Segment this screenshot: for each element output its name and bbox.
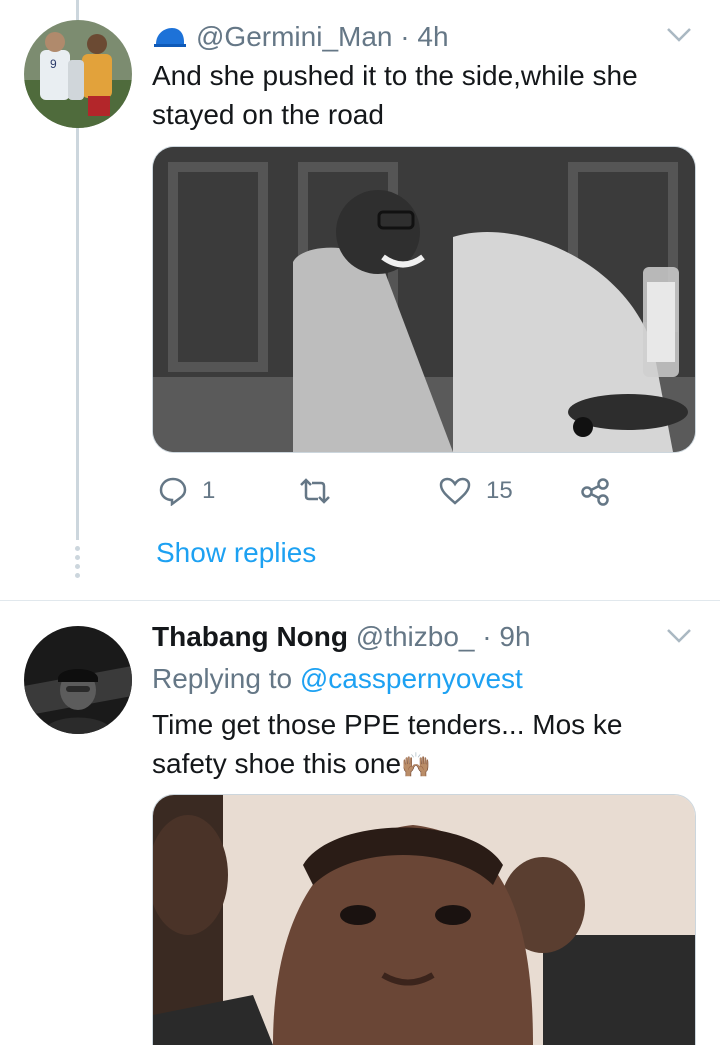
retweet-icon: [298, 478, 332, 504]
reply-button[interactable]: 1: [158, 476, 215, 506]
replying-to: Replying to @casspernyovest: [152, 661, 523, 697]
tweet-header: Thabang Nong @thizbo_ · 9h: [152, 619, 531, 655]
separator: ·: [482, 621, 492, 652]
tweet-text-body: Time get those PPE tenders... Mos ke saf…: [152, 709, 623, 779]
like-count: 15: [486, 477, 513, 504]
raised-hands-emoji: 🙌🏽: [401, 752, 431, 779]
divider: [0, 600, 720, 601]
display-name[interactable]: Thabang Nong: [152, 621, 348, 652]
tweet-text: Time get those PPE tenders... Mos ke saf…: [152, 705, 672, 785]
share-button[interactable]: [580, 477, 610, 507]
svg-text:9: 9: [50, 57, 57, 71]
reply-count: 1: [202, 477, 216, 504]
tweet-image[interactable]: [152, 146, 696, 453]
heart-icon: [438, 476, 472, 506]
replying-to-label: Replying to: [152, 663, 293, 694]
tweet-header: @Germini_Man · 4h: [152, 19, 449, 57]
user-handle[interactable]: @Germini_Man: [196, 21, 392, 52]
timestamp[interactable]: 4h: [417, 21, 448, 52]
retweet-button[interactable]: [298, 478, 346, 504]
show-replies-link[interactable]: Show replies: [156, 537, 316, 569]
thread-dots: [73, 546, 81, 578]
avatar[interactable]: 9: [24, 20, 132, 128]
chevron-down-icon[interactable]: [666, 628, 692, 649]
separator: ·: [400, 21, 410, 52]
timestamp[interactable]: 9h: [499, 621, 530, 652]
replying-to-handle[interactable]: @casspernyovest: [300, 663, 523, 694]
reply-icon: [158, 476, 188, 506]
chevron-down-icon[interactable]: [666, 27, 692, 48]
tweet-image[interactable]: [152, 794, 696, 1045]
share-icon: [580, 477, 610, 507]
cap-icon: [152, 21, 188, 57]
avatar[interactable]: [24, 626, 132, 734]
tweet-text: And she pushed it to the side,while she …: [152, 60, 638, 130]
user-handle[interactable]: @thizbo_: [356, 621, 475, 652]
like-button[interactable]: 15: [438, 476, 513, 506]
